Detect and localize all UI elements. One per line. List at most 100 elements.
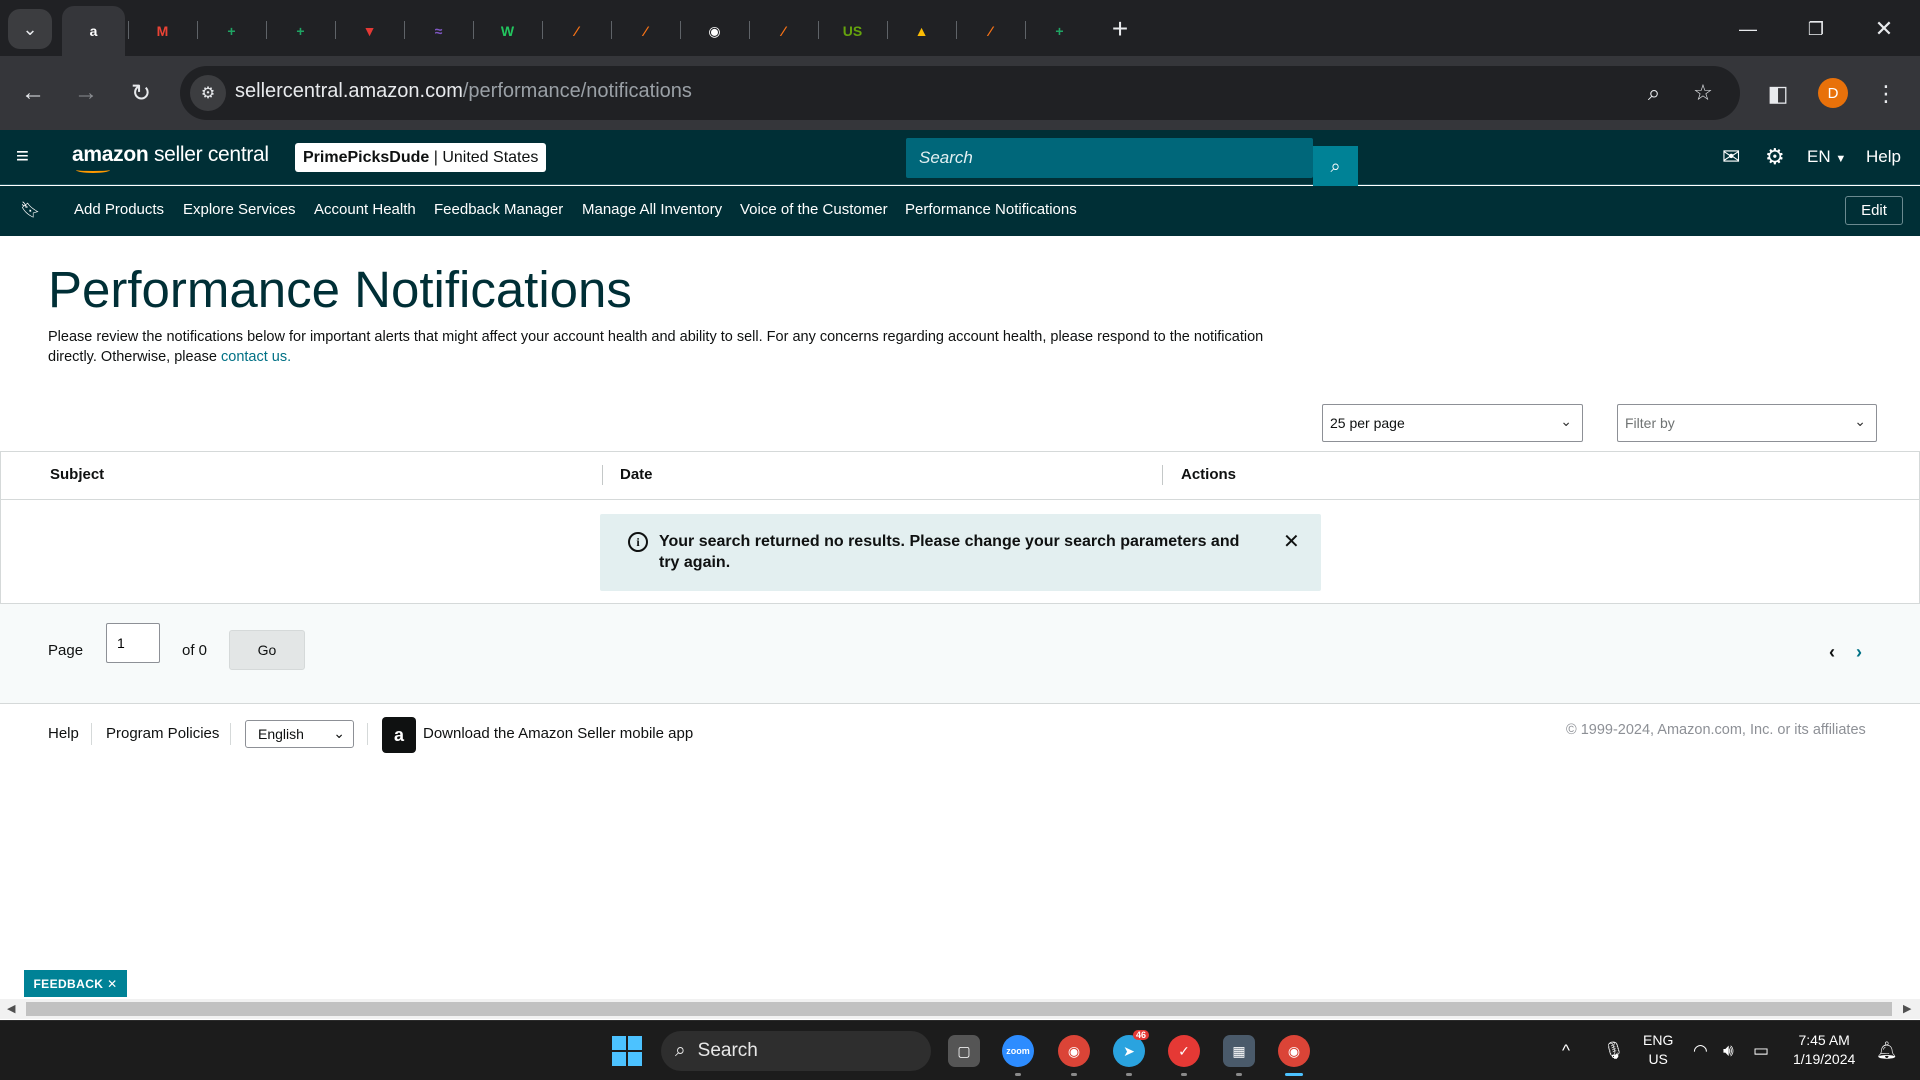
clock[interactable]: 7:45 AM 1/19/2024 (1793, 1031, 1855, 1069)
forward-icon[interactable]: → (68, 75, 104, 111)
browser-tab[interactable]: ◉ (683, 6, 746, 56)
horizontal-scrollbar[interactable]: ◀ ▶ (0, 999, 1920, 1019)
tray-overflow-icon[interactable]: ^ (1562, 1041, 1570, 1061)
notification-bell-icon[interactable]: 🔔︎ (1876, 1041, 1898, 1061)
language-selector[interactable]: EN ▼ (1807, 147, 1846, 167)
browser-tab[interactable]: ≈ (407, 6, 470, 56)
go-button[interactable]: Go (229, 630, 305, 670)
taskbar-search[interactable]: ⌕ Search (661, 1031, 931, 1071)
telegram-app-icon[interactable]: ➤ 46 (1113, 1030, 1150, 1067)
bookmark-performance-notifications[interactable]: Performance Notifications (905, 201, 1077, 218)
footer-help-link[interactable]: Help (48, 725, 79, 742)
amazon-smile-icon (76, 167, 110, 173)
help-link[interactable]: Help (1866, 147, 1901, 167)
per-page-select[interactable]: 25 per page ⌄ (1322, 404, 1583, 442)
zoom-icon[interactable]: ⌕ (1638, 77, 1670, 109)
restore-icon[interactable]: ❐ (1796, 12, 1836, 46)
browser-tab[interactable]: ⁄ (959, 6, 1022, 56)
search-button[interactable]: ⌕ (1313, 146, 1358, 186)
reload-icon[interactable]: ↻ (123, 75, 159, 111)
download-app-link[interactable]: Download the Amazon Seller mobile app (423, 725, 693, 742)
previous-page-icon[interactable]: ‹ (1829, 642, 1835, 663)
page-description: Please review the notifications below fo… (48, 327, 1288, 367)
bookmark-star-icon[interactable]: ☆ (1687, 77, 1719, 109)
browser-tab[interactable]: ⁄ (614, 6, 677, 56)
page-number-input[interactable] (106, 623, 160, 663)
amazon-seller-app-icon[interactable]: a (382, 717, 416, 753)
copyright-text: © 1999-2024, Amazon.com, Inc. or its aff… (1566, 722, 1866, 738)
search-input[interactable] (906, 138, 1313, 178)
browser-tab[interactable]: + (1028, 6, 1091, 56)
profile-avatar[interactable]: D (1818, 78, 1848, 108)
filter-by-select[interactable]: Filter by ⌄ (1617, 404, 1877, 442)
close-window-icon[interactable]: ✕ (1864, 12, 1904, 46)
chrome-menu-icon[interactable]: ⋮ (1870, 78, 1902, 110)
browser-tab[interactable]: ⁄ (752, 6, 815, 56)
bookmark-account-health[interactable]: Account Health (314, 201, 416, 218)
scroll-left-icon[interactable]: ◀ (7, 1002, 15, 1015)
browser-tab[interactable]: ▲ (890, 6, 953, 56)
chrome-app-icon[interactable]: ◉ (1058, 1035, 1090, 1067)
back-icon[interactable]: ← (15, 75, 51, 111)
volume-icon[interactable]: 🔊︎ (1723, 1041, 1734, 1061)
browser-tab[interactable]: M (131, 6, 194, 56)
browser-tab[interactable]: + (269, 6, 332, 56)
close-alert-icon[interactable]: ✕ (1283, 529, 1300, 554)
browser-tab[interactable]: + (200, 6, 263, 56)
microphone-icon[interactable]: 🎙︎ (1603, 1041, 1625, 1061)
tab-separator (128, 21, 129, 39)
chrome-profile-app-icon[interactable]: ◉ (1278, 1035, 1310, 1067)
scroll-right-icon[interactable]: ▶ (1903, 1002, 1911, 1015)
settings-gear-icon[interactable]: ⚙ (1765, 144, 1785, 170)
side-panel-icon[interactable]: ◧ (1762, 78, 1794, 110)
calculator-app-icon[interactable]: ▦ (1223, 1035, 1255, 1067)
tab-separator (956, 21, 957, 39)
battery-icon[interactable]: ▭ (1753, 1041, 1769, 1061)
column-header-subject[interactable]: Subject (50, 466, 104, 483)
bookmark-voice-of-the-customer[interactable]: Voice of the Customer (740, 201, 888, 218)
browser-tab[interactable]: a (62, 6, 125, 56)
next-page-icon[interactable]: › (1856, 642, 1862, 663)
hamburger-menu-icon[interactable]: ≡ (16, 144, 38, 168)
scrollbar-thumb[interactable] (26, 1002, 1892, 1016)
sheets-plus-icon: + (1055, 23, 1064, 39)
edit-bookmarks-button[interactable]: Edit (1845, 196, 1903, 225)
ticktick-app-icon[interactable]: ✓ (1168, 1035, 1200, 1067)
close-icon[interactable]: ✕ (107, 977, 117, 991)
task-view-icon[interactable]: ▢ (948, 1035, 980, 1067)
bookmark-feedback-manager[interactable]: Feedback Manager (434, 201, 563, 218)
tab-search-button[interactable]: ⌄ (8, 9, 52, 49)
site-info-icon[interactable]: ⚙ (190, 75, 226, 111)
tab-separator (680, 21, 681, 39)
minimize-icon[interactable]: — (1728, 12, 1768, 46)
column-header-date[interactable]: Date (620, 466, 653, 483)
wifi-icon[interactable]: ◠ (1693, 1041, 1708, 1061)
seller-central-logo[interactable]: amazon seller central (72, 143, 269, 173)
logo-brand: amazon (72, 143, 149, 166)
program-policies-link[interactable]: Program Policies (106, 725, 219, 742)
store-selector[interactable]: PrimePicksDude | United States (295, 143, 547, 172)
running-indicator (1181, 1073, 1187, 1076)
footer-language-select[interactable]: English ⌄ (245, 720, 354, 748)
bookmark-bar: 🔖︎ Add Products Explore Services Account… (0, 186, 1920, 236)
contact-us-link[interactable]: contact us. (221, 349, 291, 365)
bookmark-explore-services[interactable]: Explore Services (183, 201, 296, 218)
input-language[interactable]: ENG US (1643, 1031, 1673, 1069)
bookmark-icon[interactable]: 🔖︎ (20, 200, 40, 220)
browser-tab[interactable]: ⁄ (545, 6, 608, 56)
bookmark-manage-all-inventory[interactable]: Manage All Inventory (582, 201, 722, 218)
browser-tab[interactable]: ▼ (338, 6, 401, 56)
bookmark-add-products[interactable]: Add Products (74, 201, 164, 218)
browser-tab[interactable]: W (476, 6, 539, 56)
feedback-tab[interactable]: FEEDBACK ✕ (24, 970, 127, 997)
new-tab-button[interactable]: + (1103, 12, 1137, 46)
pagination-bar: Page of 0 Go ‹ › (0, 604, 1920, 704)
zoom-app-icon[interactable]: zoom (1002, 1035, 1034, 1067)
windows-start-icon[interactable] (612, 1036, 642, 1066)
mail-icon[interactable]: ✉ (1722, 144, 1740, 170)
footer-language-value: English (258, 726, 304, 742)
browser-tab[interactable]: US (821, 6, 884, 56)
url-text[interactable]: sellercentral.amazon.com/performance/not… (235, 80, 692, 103)
address-bar[interactable]: ⚙ sellercentral.amazon.com/performance/n… (180, 66, 1740, 120)
seller-central-header: ≡ amazon seller central PrimePicksDude |… (0, 130, 1920, 186)
